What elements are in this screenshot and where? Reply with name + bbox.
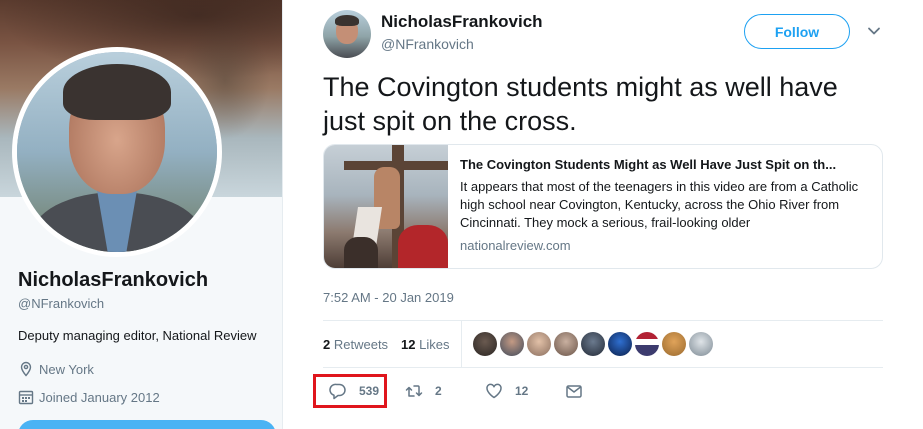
tweet-author-handle[interactable]: @NFrankovich — [381, 36, 474, 52]
liker-avatar[interactable] — [689, 332, 713, 356]
retweet-button[interactable]: 2 — [405, 382, 442, 400]
location-text: New York — [39, 361, 94, 377]
liker-avatar[interactable] — [500, 332, 524, 356]
tweet-panel: NicholasFrankovich @NFrankovich Follow T… — [282, 0, 923, 429]
liker-avatar[interactable] — [581, 332, 605, 356]
likers-avatars — [473, 332, 713, 356]
page: NicholasFrankovich @NFrankovich Deputy m… — [0, 0, 923, 429]
message-icon — [566, 385, 582, 398]
liker-avatar[interactable] — [662, 332, 686, 356]
liker-avatar[interactable] — [635, 332, 659, 356]
link-card-domain: nationalreview.com — [460, 238, 571, 253]
profile-name[interactable]: NicholasFrankovich — [18, 269, 208, 292]
profile-sidebar: NicholasFrankovich @NFrankovich Deputy m… — [0, 0, 282, 429]
link-card-description: It appears that most of the teenagers in… — [460, 179, 859, 230]
tweet-text: The Covington students might as well hav… — [323, 72, 838, 136]
profile-avatar[interactable] — [12, 47, 222, 257]
profile-handle[interactable]: @NFrankovich — [18, 296, 104, 311]
likes-stat[interactable]: 12 Likes — [401, 337, 449, 352]
reply-highlight-box — [313, 374, 387, 408]
like-count: 12 — [515, 384, 529, 398]
profile-follow-button[interactable] — [18, 420, 276, 429]
follow-button[interactable]: Follow — [744, 14, 850, 49]
retweet-icon — [405, 385, 423, 397]
direct-message-button[interactable] — [565, 382, 583, 400]
retweets-stat[interactable]: 2 Retweets — [323, 337, 388, 352]
profile-location: New York — [18, 361, 94, 377]
tweet-author-avatar[interactable] — [323, 10, 371, 58]
liker-avatar[interactable] — [473, 332, 497, 356]
heart-icon — [486, 383, 502, 399]
link-card-image[interactable] — [324, 145, 448, 268]
calendar-icon — [18, 390, 34, 405]
tweet-author-name[interactable]: NicholasFrankovich — [381, 12, 543, 32]
tweet-stats: 2 Retweets 12 Likes — [323, 320, 883, 368]
joined-text: Joined January 2012 — [39, 389, 160, 405]
link-card-title[interactable]: The Covington Students Might as Well Hav… — [460, 157, 870, 172]
link-card[interactable]: The Covington Students Might as Well Hav… — [323, 144, 883, 269]
tweet-actions: 539 2 12 — [323, 376, 883, 406]
location-icon — [20, 361, 32, 377]
chevron-down-icon[interactable] — [867, 24, 881, 38]
liker-avatar[interactable] — [554, 332, 578, 356]
retweet-count: 2 — [435, 384, 442, 398]
retweets-count: 2 — [323, 337, 331, 352]
liker-avatar[interactable] — [608, 332, 632, 356]
link-card-body[interactable]: The Covington Students Might as Well Hav… — [460, 157, 870, 253]
like-button[interactable]: 12 — [485, 382, 528, 400]
retweets-label: Retweets — [333, 337, 389, 352]
profile-bio: Deputy managing editor, National Review — [18, 328, 257, 343]
liker-avatar[interactable] — [527, 332, 551, 356]
profile-joined: Joined January 2012 — [18, 389, 160, 405]
likes-label: Likes — [419, 337, 450, 352]
likes-count: 12 — [401, 337, 416, 352]
tweet-timestamp[interactable]: 7:52 AM - 20 Jan 2019 — [323, 290, 454, 305]
stats-divider — [461, 321, 462, 367]
